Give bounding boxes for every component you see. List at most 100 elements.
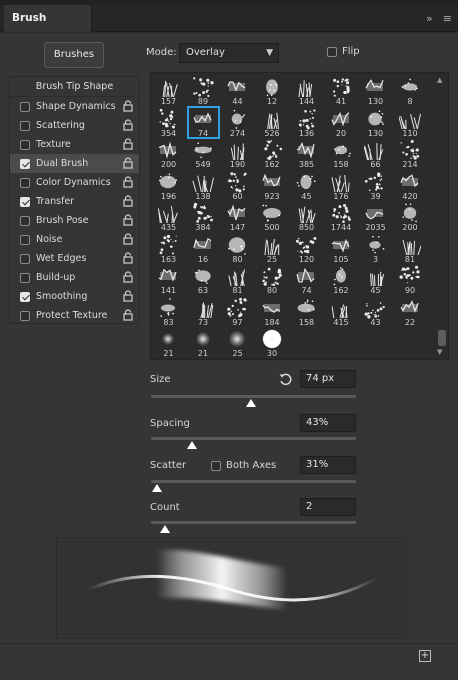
- scatter-input[interactable]: 31%: [300, 456, 356, 474]
- brush-tip[interactable]: 384: [188, 201, 219, 232]
- wet-edges-checkbox[interactable]: [20, 253, 30, 264]
- sidebar-item-shape-dynamics[interactable]: Shape Dynamics: [10, 97, 139, 116]
- brush-tip[interactable]: 141: [153, 264, 184, 295]
- grid-scrollbar[interactable]: ▲ ▼: [437, 76, 446, 356]
- brush-tip[interactable]: 157: [153, 75, 184, 106]
- brush-tip[interactable]: 2035: [360, 201, 391, 232]
- brush-tip[interactable]: 158: [326, 138, 357, 169]
- sidebar-item-protect-texture[interactable]: Protect Texture: [10, 306, 139, 325]
- size-slider-handle[interactable]: [246, 399, 257, 407]
- brush-tip[interactable]: 45: [291, 170, 322, 201]
- collapse-panel-icon[interactable]: »: [426, 12, 433, 25]
- brush-tip[interactable]: 200: [153, 138, 184, 169]
- sidebar-item-texture[interactable]: Texture: [10, 135, 139, 154]
- flip-toggle[interactable]: Flip: [327, 46, 360, 57]
- count-slider-track[interactable]: [151, 521, 356, 524]
- brush-tip[interactable]: 144: [291, 75, 322, 106]
- brush-tip[interactable]: 81: [395, 233, 426, 264]
- brushes-button[interactable]: Brushes: [44, 42, 104, 68]
- brush-tip[interactable]: 415: [326, 296, 357, 327]
- lock-icon[interactable]: [123, 271, 133, 283]
- brush-tip[interactable]: 21: [188, 327, 219, 358]
- spacing-slider-handle[interactable]: [187, 441, 197, 449]
- sidebar-item-brush-tip-shape[interactable]: Brush Tip Shape: [10, 77, 139, 97]
- sidebar-item-color-dynamics[interactable]: Color Dynamics: [10, 173, 139, 192]
- brush-tip[interactable]: 500: [257, 201, 288, 232]
- lock-icon[interactable]: [123, 176, 133, 188]
- sidebar-item-build-up[interactable]: Build-up: [10, 268, 139, 287]
- sidebar-item-brush-pose[interactable]: Brush Pose: [10, 211, 139, 230]
- lock-icon[interactable]: [123, 252, 133, 264]
- brush-tip[interactable]: 20: [326, 107, 357, 138]
- brush-tip[interactable]: 200: [395, 201, 426, 232]
- dual-brush-checkbox[interactable]: [20, 158, 30, 169]
- mode-select[interactable]: Overlay ▼: [179, 43, 279, 63]
- brush-tip[interactable]: 73: [188, 296, 219, 327]
- brush-tip[interactable]: 25: [222, 327, 253, 358]
- brush-tip[interactable]: 196: [153, 170, 184, 201]
- color-dynamics-checkbox[interactable]: [20, 177, 30, 188]
- brush-tip[interactable]: 80: [222, 233, 253, 264]
- noise-checkbox[interactable]: [20, 234, 30, 245]
- brush-tip[interactable]: 120: [291, 233, 322, 264]
- brush-tip[interactable]: 105: [326, 233, 357, 264]
- brush-tip[interactable]: 110: [395, 107, 426, 138]
- flip-checkbox[interactable]: [327, 46, 337, 57]
- lock-icon[interactable]: [123, 214, 133, 226]
- brush-tip[interactable]: 184: [257, 296, 288, 327]
- transfer-checkbox[interactable]: [20, 196, 30, 207]
- sidebar-item-dual-brush[interactable]: Dual Brush: [10, 154, 139, 173]
- brush-tip[interactable]: 21: [153, 327, 184, 358]
- build-up-checkbox[interactable]: [20, 272, 30, 283]
- sidebar-item-transfer[interactable]: Transfer: [10, 192, 139, 211]
- both-axes-toggle[interactable]: Both Axes: [211, 460, 276, 471]
- scroll-thumb[interactable]: [438, 330, 446, 346]
- sidebar-item-wet-edges[interactable]: Wet Edges: [10, 249, 139, 268]
- brush-tip[interactable]: 190: [222, 138, 253, 169]
- brush-tip[interactable]: 45: [360, 264, 391, 295]
- scatter-slider-handle[interactable]: [152, 484, 163, 492]
- brush-tip[interactable]: 136: [291, 107, 322, 138]
- tab-brush-settings[interactable]: Brush Settings: [4, 5, 92, 51]
- lock-icon[interactable]: [123, 290, 133, 302]
- brush-tip[interactable]: 923: [257, 170, 288, 201]
- brush-tip[interactable]: 90: [395, 264, 426, 295]
- brush-tip[interactable]: 97: [222, 296, 253, 327]
- brush-tip[interactable]: 3: [360, 233, 391, 264]
- brush-tip[interactable]: 16: [188, 233, 219, 264]
- both-axes-checkbox[interactable]: [211, 460, 221, 471]
- brush-tip[interactable]: 549: [188, 138, 219, 169]
- lock-icon[interactable]: [123, 100, 133, 112]
- brush-tip[interactable]: 63: [188, 264, 219, 295]
- brush-tip[interactable]: 147: [222, 201, 253, 232]
- count-slider-handle[interactable]: [160, 525, 171, 533]
- brush-tip[interactable]: 60: [222, 170, 253, 201]
- count-input[interactable]: 2: [300, 498, 356, 516]
- spacing-slider-track[interactable]: [151, 437, 356, 440]
- new-brush-icon[interactable]: +: [419, 650, 431, 662]
- lock-icon[interactable]: [123, 233, 133, 245]
- brush-tip[interactable]: 163: [153, 233, 184, 264]
- brush-tip[interactable]: 89: [188, 75, 219, 106]
- spacing-input[interactable]: 43%: [300, 414, 356, 432]
- brush-tip[interactable]: 66: [360, 138, 391, 169]
- lock-icon[interactable]: [123, 138, 133, 150]
- brush-tip[interactable]: 162: [326, 264, 357, 295]
- brush-tip[interactable]: 176: [326, 170, 357, 201]
- brush-tip[interactable]: 354: [153, 107, 184, 138]
- brush-tip[interactable]: 12: [257, 75, 288, 106]
- shape-dynamics-checkbox[interactable]: [20, 101, 30, 112]
- sidebar-item-smoothing[interactable]: Smoothing: [10, 287, 139, 306]
- brush-pose-checkbox[interactable]: [20, 215, 30, 226]
- brush-tip[interactable]: 214: [395, 138, 426, 169]
- brush-tip[interactable]: 435: [153, 201, 184, 232]
- brush-tip[interactable]: 526: [257, 107, 288, 138]
- brush-tip[interactable]: 420: [395, 170, 426, 201]
- brush-tip[interactable]: 138: [188, 170, 219, 201]
- smoothing-checkbox[interactable]: [20, 291, 30, 302]
- brush-tip[interactable]: 158: [291, 296, 322, 327]
- brush-tip[interactable]: 39: [360, 170, 391, 201]
- brush-tip[interactable]: 25: [257, 233, 288, 264]
- scroll-down-icon[interactable]: ▼: [437, 348, 442, 356]
- sidebar-item-scattering[interactable]: Scattering: [10, 116, 139, 135]
